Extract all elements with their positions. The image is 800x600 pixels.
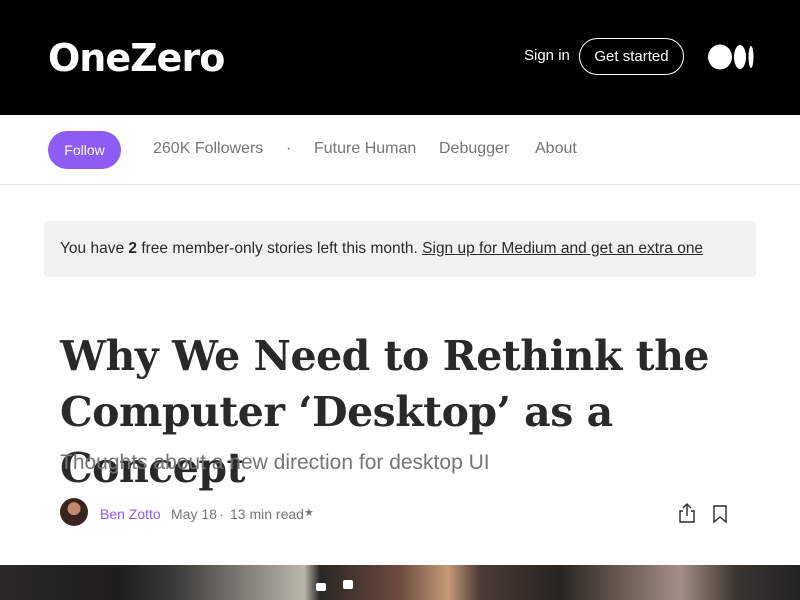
stories-left-count: 2 bbox=[128, 240, 138, 257]
banner-prefix: You have bbox=[60, 240, 129, 257]
nav-link-future-human[interactable]: Future Human bbox=[314, 140, 416, 158]
bookmark-icon[interactable] bbox=[710, 503, 730, 525]
nav-link-about[interactable]: About bbox=[535, 140, 577, 158]
article-title-line-1: Why We Need to Rethink the bbox=[60, 332, 709, 380]
member-stories-banner: You have 2 free member-only stories left… bbox=[44, 221, 756, 277]
member-star-icon: ★ bbox=[304, 507, 314, 519]
nav-link-debugger[interactable]: Debugger bbox=[439, 140, 509, 158]
signup-link[interactable]: Sign up for Medium and get an extra one bbox=[422, 240, 703, 257]
banner-message: You have 2 free member-only stories left… bbox=[60, 240, 703, 258]
follow-button[interactable]: Follow bbox=[48, 131, 121, 169]
sign-in-link[interactable]: Sign in bbox=[524, 47, 570, 64]
hero-image bbox=[0, 565, 800, 600]
nav-separator: · bbox=[286, 140, 292, 157]
publish-date: May 18 bbox=[171, 506, 217, 522]
article-meta: Ben Zotto May 18 · 13 min read ★ bbox=[60, 498, 740, 528]
onezero-logo[interactable]: OneZero bbox=[48, 36, 225, 80]
article-title-line-2: Computer ‘Desktop’ as a Concept bbox=[60, 388, 613, 492]
medium-logo-icon[interactable] bbox=[708, 44, 754, 70]
hero-image-highlight bbox=[316, 583, 326, 591]
read-time: 13 min read bbox=[230, 506, 304, 522]
followers-count[interactable]: 260K Followers bbox=[153, 140, 263, 158]
article-subtitle: Thoughts about a new direction for deskt… bbox=[60, 451, 490, 474]
meta-separator: · bbox=[219, 506, 224, 522]
author-name[interactable]: Ben Zotto bbox=[100, 506, 161, 522]
top-bar: OneZero Sign in Get started bbox=[0, 0, 800, 115]
share-icon[interactable] bbox=[676, 502, 698, 524]
publication-nav: Follow 260K Followers · Future Human Deb… bbox=[0, 115, 800, 185]
hero-image-highlight bbox=[343, 580, 353, 589]
get-started-button[interactable]: Get started bbox=[579, 38, 684, 75]
banner-suffix: free member-only stories left this month… bbox=[137, 240, 423, 257]
author-avatar[interactable] bbox=[60, 498, 88, 526]
